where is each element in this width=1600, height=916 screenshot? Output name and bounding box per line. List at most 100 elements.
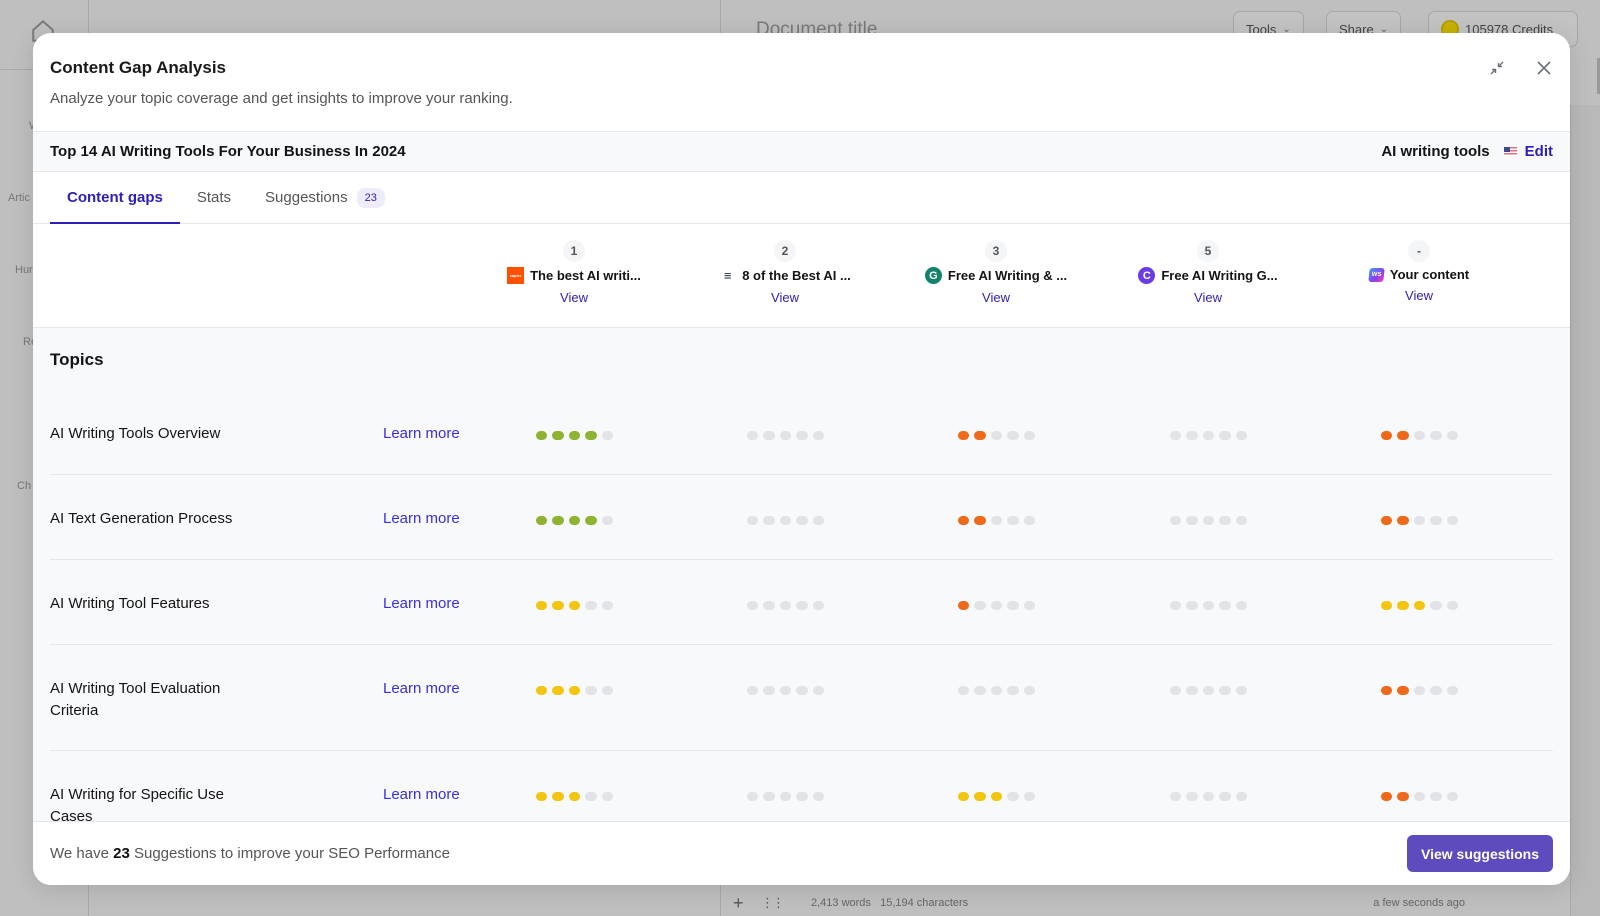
learn-more-link[interactable]: Learn more <box>383 423 460 445</box>
topic-row: AI Text Generation Process Learn more <box>50 475 1553 560</box>
competitor-name: Your content <box>1389 267 1470 282</box>
score-dot <box>568 516 581 525</box>
score-dot <box>990 431 1003 440</box>
rank-badge: 1 <box>563 240 585 262</box>
sidebar-label[interactable]: Hur <box>15 264 33 276</box>
summary-prefix: We have <box>50 845 109 862</box>
drag-handle-icon[interactable]: ⋮⋮ <box>761 895 811 911</box>
coverage-score <box>747 516 825 525</box>
view-competitor-link[interactable]: View <box>771 290 799 305</box>
score-dot <box>1413 686 1426 695</box>
sidebar-label[interactable]: Ch <box>17 480 31 492</box>
view-competitor-link[interactable]: View <box>982 290 1010 305</box>
competitor-title: WS Your content <box>1368 267 1470 282</box>
score-dot <box>601 686 614 695</box>
score-dot <box>1397 686 1409 695</box>
keyword-group: AI writing tools Edit <box>1381 143 1553 160</box>
topic-row: AI Writing Tools Overview Learn more <box>50 390 1553 475</box>
article-bar: Top 14 AI Writing Tools For Your Busines… <box>33 131 1570 172</box>
score-dot <box>1430 516 1442 525</box>
summary-count: 23 <box>113 845 130 862</box>
suggestions-count-badge: 23 <box>356 187 385 208</box>
score-dot <box>1381 516 1393 525</box>
tab-content-gaps[interactable]: Content gaps <box>50 172 180 224</box>
score-dot <box>779 601 792 610</box>
score-dot <box>1430 601 1442 610</box>
score-dot <box>1007 431 1019 440</box>
score-dot <box>958 686 970 695</box>
score-dot <box>958 792 970 801</box>
coverage-score <box>747 686 825 695</box>
tab-suggestions[interactable]: Suggestions 23 <box>248 172 402 223</box>
competitor-column: 3 G Free AI Writing & ... View <box>888 240 1104 305</box>
rank-badge: - <box>1408 240 1430 262</box>
learn-more-link[interactable]: Learn more <box>383 678 460 700</box>
learn-more-link[interactable]: Learn more <box>383 508 460 530</box>
learn-more-link[interactable]: Learn more <box>383 784 460 806</box>
score-dot <box>747 431 759 440</box>
score-dot <box>1219 601 1231 610</box>
score-dot <box>1413 516 1426 525</box>
sidebar-label[interactable]: Artic <box>8 192 30 204</box>
close-button[interactable] <box>1533 57 1555 79</box>
score-dot <box>747 516 759 525</box>
view-competitor-link[interactable]: View <box>1405 288 1433 303</box>
score-dot <box>974 792 986 801</box>
score-dot <box>1397 431 1409 440</box>
score-dot <box>747 601 759 610</box>
score-dot <box>1007 516 1019 525</box>
coverage-score <box>1170 601 1248 610</box>
view-competitor-link[interactable]: View <box>560 290 588 305</box>
coverage-score <box>1381 792 1459 801</box>
edit-keyword-link[interactable]: Edit <box>1525 143 1553 160</box>
score-dot <box>1446 601 1459 610</box>
modal-footer: We have 23 Suggestions to improve your S… <box>33 821 1570 885</box>
score-dot <box>990 686 1003 695</box>
score-dot <box>1023 792 1036 801</box>
score-dot <box>1446 431 1459 440</box>
score-dot <box>1381 601 1393 610</box>
score-dot <box>1446 516 1459 525</box>
score-dot <box>585 431 597 440</box>
score-dot <box>747 686 759 695</box>
score-dot <box>974 516 986 525</box>
minimize-button[interactable] <box>1486 57 1508 79</box>
view-competitor-link[interactable]: View <box>1194 290 1222 305</box>
tab-label: Content gaps <box>67 189 163 206</box>
competitor-column: 5 C Free AI Writing G... View <box>1100 240 1316 305</box>
score-dot <box>974 431 986 440</box>
char-count: 15,194 characters <box>880 897 969 909</box>
score-dot <box>812 516 825 525</box>
coverage-score <box>958 601 1036 610</box>
score-dot <box>1007 601 1019 610</box>
add-block-icon[interactable]: + <box>733 893 761 914</box>
topics-panel[interactable]: Topics AI Writing Tools Overview Learn mo… <box>33 328 1570 821</box>
modal-subtitle: Analyze your topic coverage and get insi… <box>50 90 513 107</box>
score-dot <box>1430 431 1442 440</box>
score-dot <box>763 516 775 525</box>
layers-icon: ≡ <box>723 268 732 283</box>
score-dot <box>1397 516 1409 525</box>
score-dot <box>1219 686 1231 695</box>
coverage-score <box>747 792 825 801</box>
competitor-name: The best AI writi... <box>530 268 641 283</box>
view-suggestions-button[interactable]: View suggestions <box>1407 835 1553 872</box>
score-dot <box>812 686 825 695</box>
score-dot <box>1023 601 1036 610</box>
grammarly-icon: G <box>924 267 942 284</box>
topic-row: AI Writing for Specific Use Cases Learn m… <box>50 751 1553 821</box>
topic-row: AI Writing Tool Features Learn more <box>50 560 1553 645</box>
competitor-title: ≡ 8 of the Best AI ... <box>719 267 851 284</box>
coverage-score <box>747 431 825 440</box>
score-dot <box>585 516 597 525</box>
score-dot <box>1235 431 1248 440</box>
coverage-score <box>747 601 825 610</box>
coverage-score <box>536 686 614 695</box>
score-dot <box>1430 686 1442 695</box>
score-dot <box>1446 792 1459 801</box>
score-dot <box>601 601 614 610</box>
learn-more-link[interactable]: Learn more <box>383 593 460 615</box>
score-dot <box>1397 792 1409 801</box>
coverage-score <box>536 792 614 801</box>
tab-stats[interactable]: Stats <box>180 172 248 223</box>
